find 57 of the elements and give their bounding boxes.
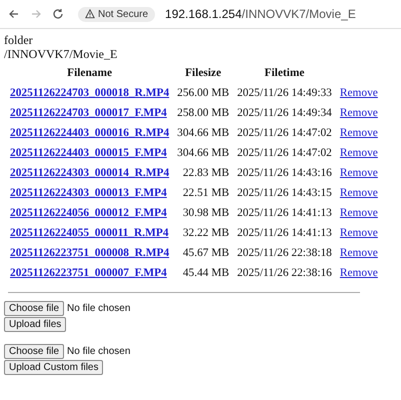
file-time: 2025/11/26 14:43:15 xyxy=(236,186,333,200)
choose-file-button[interactable]: Choose file xyxy=(4,344,64,359)
file-time: 2025/11/26 14:47:02 xyxy=(236,146,333,160)
reload-icon[interactable] xyxy=(52,8,64,20)
file-link[interactable]: 20251126223751_000007_F.MP4 xyxy=(10,267,167,279)
warning-icon xyxy=(85,9,95,19)
address-field[interactable]: 192.168.1.254/INNOVVK7/Movie_E xyxy=(165,7,356,21)
column-header: Filename xyxy=(66,66,114,80)
column-header: Filetime xyxy=(264,66,306,80)
file-size: 258.00 MB xyxy=(176,106,230,120)
file-size: 256.00 MB xyxy=(176,86,230,100)
file-link[interactable]: 20251126224056_000012_F.MP4 xyxy=(10,207,167,219)
file-time: 2025/11/26 14:43:16 xyxy=(236,166,333,180)
file-link[interactable]: 20251126224403_000016_R.MP4 xyxy=(10,127,170,139)
file-link[interactable]: 20251126223751_000008_R.MP4 xyxy=(10,247,170,259)
back-icon[interactable] xyxy=(8,8,20,20)
file-size: 22.83 MB xyxy=(182,166,230,180)
file-size: 45.67 MB xyxy=(182,246,230,260)
file-time: 2025/11/26 14:41:13 xyxy=(236,206,333,220)
file-size: 45.44 MB xyxy=(182,266,230,280)
file-link[interactable]: 20251126224055_000011_R.MP4 xyxy=(10,227,169,239)
upload-button[interactable]: Upload files xyxy=(4,317,66,332)
file-link[interactable]: 20251126224303_000013_F.MP4 xyxy=(10,187,167,199)
security-label: Not Secure xyxy=(98,8,148,20)
remove-link[interactable]: Remove xyxy=(340,247,378,259)
remove-link[interactable]: Remove xyxy=(340,187,378,199)
file-status: No file chosen xyxy=(67,346,130,357)
file-time: 2025/11/26 22:38:16 xyxy=(236,266,333,280)
remove-link[interactable]: Remove xyxy=(340,227,378,239)
remove-link[interactable]: Remove xyxy=(340,107,378,119)
security-badge[interactable]: Not Secure xyxy=(78,6,156,22)
file-size: 30.98 MB xyxy=(182,206,230,220)
file-time: 2025/11/26 14:41:13 xyxy=(236,226,333,240)
file-time: 2025/11/26 14:49:33 xyxy=(236,86,333,100)
file-time: 2025/11/26 22:38:18 xyxy=(236,246,333,260)
file-size: 22.51 MB xyxy=(182,186,230,200)
file-status: No file chosen xyxy=(67,303,130,314)
remove-link[interactable]: Remove xyxy=(340,87,378,99)
upload-button[interactable]: Upload Custom files xyxy=(4,360,104,375)
remove-link[interactable]: Remove xyxy=(340,147,378,159)
remove-link[interactable]: Remove xyxy=(340,267,378,279)
choose-file-button[interactable]: Choose file xyxy=(4,301,64,316)
column-header: Filesize xyxy=(184,66,222,80)
file-link[interactable]: 20251126224703_000018_R.MP4 xyxy=(10,87,170,99)
file-size: 304.66 MB xyxy=(176,126,230,140)
remove-link[interactable]: Remove xyxy=(340,207,378,219)
file-size: 304.66 MB xyxy=(176,146,230,160)
file-link[interactable]: 20251126224703_000017_F.MP4 xyxy=(10,107,167,119)
file-time: 2025/11/26 14:47:02 xyxy=(236,126,333,140)
file-link[interactable]: 20251126224303_000014_R.MP4 xyxy=(10,167,170,179)
file-link[interactable]: 20251126224403_000015_F.MP4 xyxy=(10,147,167,159)
remove-link[interactable]: Remove xyxy=(340,167,378,179)
file-time: 2025/11/26 14:49:34 xyxy=(236,106,333,120)
file-size: 32.22 MB xyxy=(182,226,230,240)
folder-label: folder xyxy=(4,33,34,47)
folder-path: /INNOVVK7/Movie_E xyxy=(4,47,118,61)
remove-link[interactable]: Remove xyxy=(340,127,378,139)
